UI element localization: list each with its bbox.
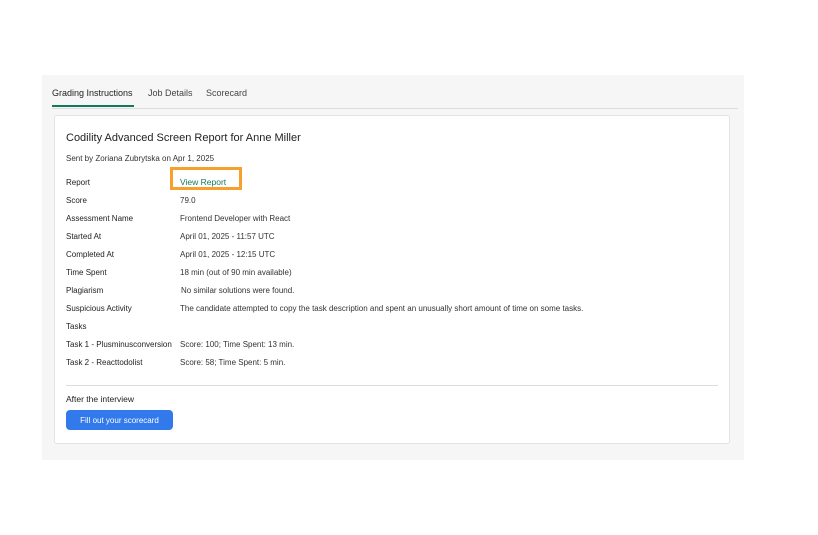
tab-job-details[interactable]: Job Details xyxy=(148,88,193,98)
row-label: Score xyxy=(66,196,87,205)
view-report-link[interactable]: View Report xyxy=(180,177,226,187)
report-row: Report xyxy=(66,178,716,190)
row-value: No similar solutions were found. xyxy=(181,286,295,295)
row-value: April 01, 2025 - 11:57 UTC xyxy=(180,232,275,241)
detail-row: Suspicious Activity The candidate attemp… xyxy=(66,304,716,316)
detail-row: Score 79.0 xyxy=(66,196,716,208)
row-value: Frontend Developer with React xyxy=(180,214,291,223)
tab-scorecard[interactable]: Scorecard xyxy=(206,88,247,98)
row-value: Score: 100; Time Spent: 13 min. xyxy=(180,340,295,349)
row-label: Task 1 - Plusminusconversion xyxy=(66,340,172,349)
section-divider xyxy=(66,385,718,386)
sent-by-text: Sent by Zoriana Zubrytska on Apr 1, 2025 xyxy=(66,154,215,163)
row-value: Score: 58; Time Spent: 5 min. xyxy=(180,358,286,367)
row-label: Assessment Name xyxy=(66,214,134,223)
report-card: Codility Advanced Screen Report for Anne… xyxy=(54,115,730,444)
tab-bar: Grading Instructions Job Details Scoreca… xyxy=(52,75,738,109)
tab-grading-instructions[interactable]: Grading Instructions xyxy=(52,88,133,98)
fill-scorecard-button[interactable]: Fill out your scorecard xyxy=(66,410,173,430)
report-title: Codility Advanced Screen Report for Anne… xyxy=(66,132,301,144)
detail-row: Task 2 - Reacttodolist Score: 58; Time S… xyxy=(66,358,716,370)
report-label: Report xyxy=(66,178,91,187)
row-label: Plagiarism xyxy=(66,286,104,295)
row-value: The candidate attempted to copy the task… xyxy=(180,304,584,313)
after-interview-label: After the interview xyxy=(66,394,135,404)
active-tab-indicator xyxy=(52,105,134,107)
row-label: Completed At xyxy=(66,250,115,259)
detail-row: Completed At April 01, 2025 - 12:15 UTC xyxy=(66,250,716,262)
row-label: Started At xyxy=(66,232,102,241)
detail-row: Time Spent 18 min (out of 90 min availab… xyxy=(66,268,716,280)
detail-row: Plagiarism No similar solutions were fou… xyxy=(66,286,716,298)
row-value: 18 min (out of 90 min available) xyxy=(180,268,292,277)
row-label: Time Spent xyxy=(66,268,107,277)
row-label: Suspicious Activity xyxy=(66,304,132,313)
detail-row: Tasks xyxy=(66,322,716,334)
row-label: Tasks xyxy=(66,322,87,331)
row-value: 79.0 xyxy=(180,196,196,205)
detail-row: Started At April 01, 2025 - 11:57 UTC xyxy=(66,232,716,244)
row-value: April 01, 2025 - 12:15 UTC xyxy=(180,250,276,259)
grading-panel: Grading Instructions Job Details Scoreca… xyxy=(42,75,744,460)
row-label: Task 2 - Reacttodolist xyxy=(66,358,143,367)
detail-row: Assessment Name Frontend Developer with … xyxy=(66,214,716,226)
detail-row: Task 1 - Plusminusconversion Score: 100;… xyxy=(66,340,716,352)
